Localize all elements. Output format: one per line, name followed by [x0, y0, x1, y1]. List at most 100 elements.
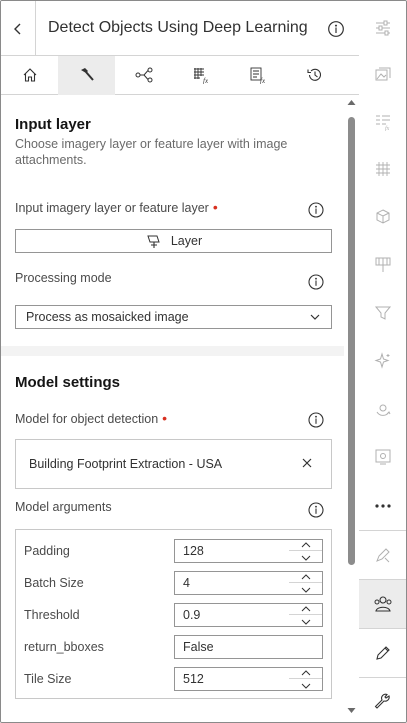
increment-button[interactable] — [289, 604, 322, 615]
batch-size-stepper[interactable] — [289, 571, 323, 595]
input-layer-heading: Input layer — [15, 116, 91, 133]
section-divider — [1, 346, 344, 356]
threshold-stepper[interactable] — [289, 603, 323, 627]
image-settings-icon — [375, 449, 391, 465]
argument-row: Batch Size 4 — [16, 571, 331, 595]
back-button[interactable] — [1, 1, 36, 56]
increment-button[interactable] — [289, 668, 322, 679]
model-settings-heading: Model settings — [15, 374, 121, 391]
action-funnel[interactable] — [359, 289, 406, 337]
tab-raster-functions[interactable]: fx — [172, 56, 229, 94]
required-indicator: • — [212, 199, 218, 215]
increment-button[interactable] — [289, 540, 322, 551]
threshold-input[interactable]: 0.9 — [174, 603, 290, 627]
decrement-button[interactable] — [289, 552, 322, 563]
imagery-layer-label: Input imagery layer or feature layer • — [15, 199, 218, 215]
close-icon[interactable] — [301, 457, 313, 469]
image-layers-icon — [375, 67, 391, 81]
input-layer-description: Choose imagery layer or feature layer wi… — [15, 137, 288, 167]
tab-home[interactable] — [1, 56, 58, 94]
hammer-icon — [80, 68, 94, 81]
app-window: Detect Objects Using Deep Learning fx fx — [0, 0, 407, 723]
model-name: Building Footprint Extraction - USA — [29, 457, 223, 471]
scroll-up-icon[interactable] — [347, 99, 356, 106]
argument-row: Threshold 0.9 — [16, 603, 331, 627]
padding-input[interactable]: 128 — [174, 539, 290, 563]
processing-mode-label: Processing mode — [15, 271, 112, 285]
info-icon[interactable] — [307, 501, 325, 519]
batch-size-input[interactable]: 4 — [174, 571, 290, 595]
argument-name: Tile Size — [24, 672, 72, 686]
argument-name: Threshold — [24, 608, 80, 622]
decrement-button[interactable] — [289, 680, 322, 691]
increment-button[interactable] — [289, 572, 322, 583]
funnel-icon — [374, 306, 392, 320]
action-edit[interactable] — [359, 629, 406, 677]
scrollbar[interactable] — [344, 95, 359, 722]
sliders-icon — [376, 20, 390, 36]
home-icon — [23, 68, 36, 82]
action-sliders[interactable] — [359, 4, 406, 52]
chevron-up-icon — [301, 542, 310, 548]
add-layer-button[interactable]: Layer — [15, 229, 332, 253]
action-cube[interactable] — [359, 193, 406, 241]
wrench-icon — [374, 693, 390, 709]
action-image-settings[interactable] — [359, 433, 406, 481]
argument-name: Padding — [24, 544, 70, 558]
chevron-down-icon — [301, 619, 310, 625]
info-icon[interactable] — [307, 411, 325, 429]
chevron-up-icon — [301, 670, 310, 676]
edit-icon — [376, 646, 390, 660]
people-detection-icon — [374, 596, 392, 612]
raster-function-icon: fx — [193, 68, 209, 84]
tool-panel: Detect Objects Using Deep Learning fx fx — [1, 1, 359, 722]
processing-mode-select[interactable]: Process as mosaicked image — [15, 305, 332, 329]
chevron-left-icon — [14, 23, 21, 34]
tab-tools[interactable] — [58, 56, 115, 95]
tile-size-input[interactable]: 512 — [174, 667, 290, 691]
svg-text:fx: fx — [203, 77, 209, 84]
action-detect-objects[interactable] — [359, 580, 406, 628]
camera-rotate-icon — [376, 404, 391, 416]
action-image-layers[interactable] — [359, 51, 406, 99]
tab-workflow[interactable] — [115, 56, 172, 94]
action-pencil-ruler[interactable] — [359, 531, 406, 579]
panel-content: Input layer Choose imagery layer or feat… — [1, 95, 344, 722]
required-indicator: • — [162, 410, 168, 426]
padding-stepper[interactable] — [289, 539, 323, 563]
more-actions-button[interactable] — [359, 482, 406, 530]
decrement-button[interactable] — [289, 584, 322, 595]
tool-tabs: fx fx — [1, 56, 359, 95]
model-selection[interactable]: Building Footprint Extraction - USA — [15, 439, 332, 489]
tab-table-functions[interactable]: fx — [229, 56, 286, 94]
info-icon[interactable] — [307, 201, 325, 219]
action-bar: fx — [359, 1, 406, 722]
grid-icon — [376, 162, 390, 176]
brush-grid-icon — [375, 257, 391, 272]
info-icon[interactable] — [327, 20, 345, 38]
scroll-down-icon[interactable] — [347, 707, 356, 714]
processing-mode-value: Process as mosaicked image — [26, 310, 189, 324]
argument-name: return_bboxes — [24, 640, 104, 654]
info-icon[interactable] — [307, 273, 325, 291]
action-sparkle[interactable] — [359, 337, 406, 385]
action-filter-list[interactable]: fx — [359, 98, 406, 146]
svg-text:fx: fx — [385, 125, 390, 131]
return-bboxes-input[interactable]: False — [174, 635, 323, 659]
scrollbar-thumb[interactable] — [348, 117, 355, 565]
tile-size-stepper[interactable] — [289, 667, 323, 691]
action-wrench[interactable] — [359, 678, 406, 722]
cube-icon — [376, 209, 390, 224]
model-arguments-label: Model arguments — [15, 500, 112, 514]
filter-list-icon: fx — [376, 115, 390, 131]
action-brush-grid[interactable] — [359, 241, 406, 289]
argument-name: Batch Size — [24, 576, 84, 590]
panel-header: Detect Objects Using Deep Learning — [1, 1, 359, 56]
tab-history[interactable] — [286, 56, 343, 94]
chevron-up-icon — [301, 606, 310, 612]
action-camera-rotate[interactable] — [359, 385, 406, 433]
decrement-button[interactable] — [289, 616, 322, 627]
table-function-icon: fx — [250, 67, 265, 84]
action-grid[interactable] — [359, 145, 406, 193]
page-title: Detect Objects Using Deep Learning — [48, 19, 308, 36]
